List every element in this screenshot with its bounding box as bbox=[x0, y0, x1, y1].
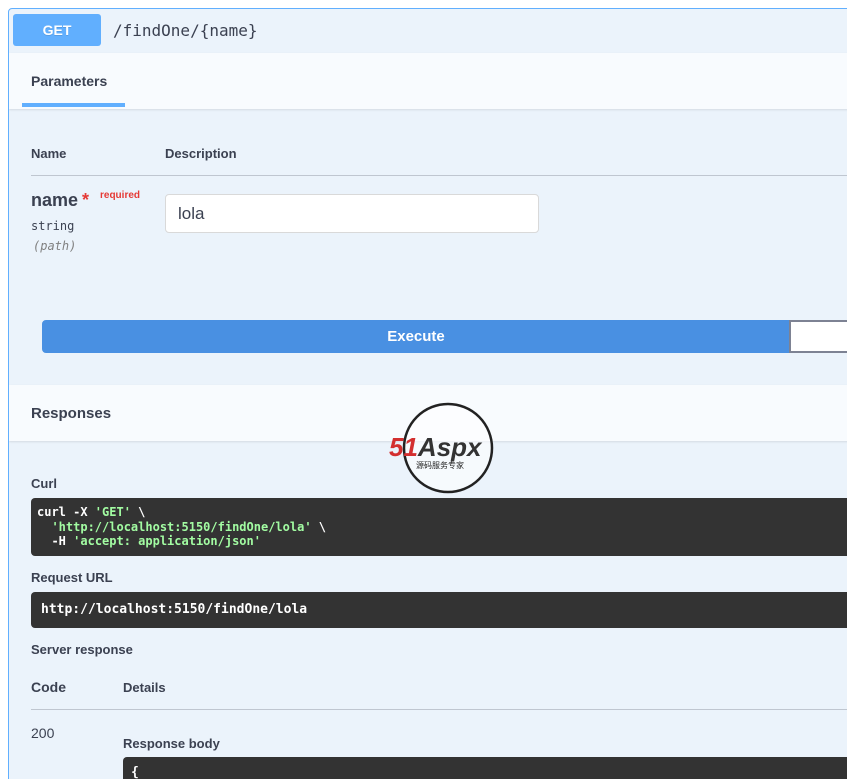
curl-code-block[interactable]: curl -X 'GET' \ 'http://localhost:5150/f… bbox=[31, 498, 847, 556]
watermark-tagline: 源码服务专家 bbox=[416, 460, 464, 470]
operation-block-get: GET /findOne/{name} Parameters Name Desc… bbox=[8, 8, 847, 779]
param-name: name * bbox=[31, 190, 89, 211]
watermark-logo: 51Aspx 源码服务专家 bbox=[389, 402, 494, 494]
param-col-name: Name bbox=[31, 146, 67, 161]
param-name-label: name bbox=[31, 190, 79, 210]
curl-line-1: curl -X 'GET' \ bbox=[37, 505, 146, 519]
param-required-label: required bbox=[100, 190, 141, 201]
responses-title: Responses bbox=[31, 405, 112, 422]
required-star: * bbox=[82, 190, 90, 210]
operation-summary[interactable]: GET /findOne/{name} bbox=[9, 9, 847, 52]
param-location: (path) bbox=[33, 239, 77, 253]
response-body-block[interactable]: { bbox=[123, 757, 847, 779]
watermark-brand-51: 51 bbox=[389, 432, 418, 462]
execute-button[interactable]: Execute bbox=[42, 320, 790, 353]
param-table-divider bbox=[31, 175, 847, 176]
clear-button[interactable] bbox=[789, 320, 847, 353]
param-type: string bbox=[31, 219, 75, 233]
request-url-label: Request URL bbox=[31, 570, 113, 585]
response-status-code: 200 bbox=[31, 725, 55, 741]
name-param-input[interactable] bbox=[165, 194, 539, 233]
response-body-label: Response body bbox=[123, 736, 220, 751]
curl-label: Curl bbox=[31, 476, 57, 491]
response-col-code: Code bbox=[31, 679, 66, 695]
tab-parameters[interactable]: Parameters bbox=[31, 73, 107, 89]
response-table-divider bbox=[31, 709, 847, 710]
method-badge: GET bbox=[13, 14, 101, 46]
server-response-label: Server response bbox=[31, 642, 133, 657]
operation-path: /findOne/{name} bbox=[113, 21, 258, 40]
watermark-brand: 51Aspx bbox=[389, 432, 483, 462]
curl-line-2: 'http://localhost:5150/findOne/lola' \ bbox=[51, 519, 326, 534]
parameters-header: Parameters bbox=[9, 53, 847, 109]
curl-line-3: -H 'accept: application/json' bbox=[51, 534, 261, 548]
param-col-description: Description bbox=[165, 146, 237, 161]
tab-active-indicator bbox=[22, 103, 125, 107]
response-col-details: Details bbox=[123, 680, 166, 695]
request-url-block[interactable]: http://localhost:5150/findOne/lola bbox=[31, 592, 847, 628]
watermark-brand-aspx: Aspx bbox=[417, 432, 483, 462]
